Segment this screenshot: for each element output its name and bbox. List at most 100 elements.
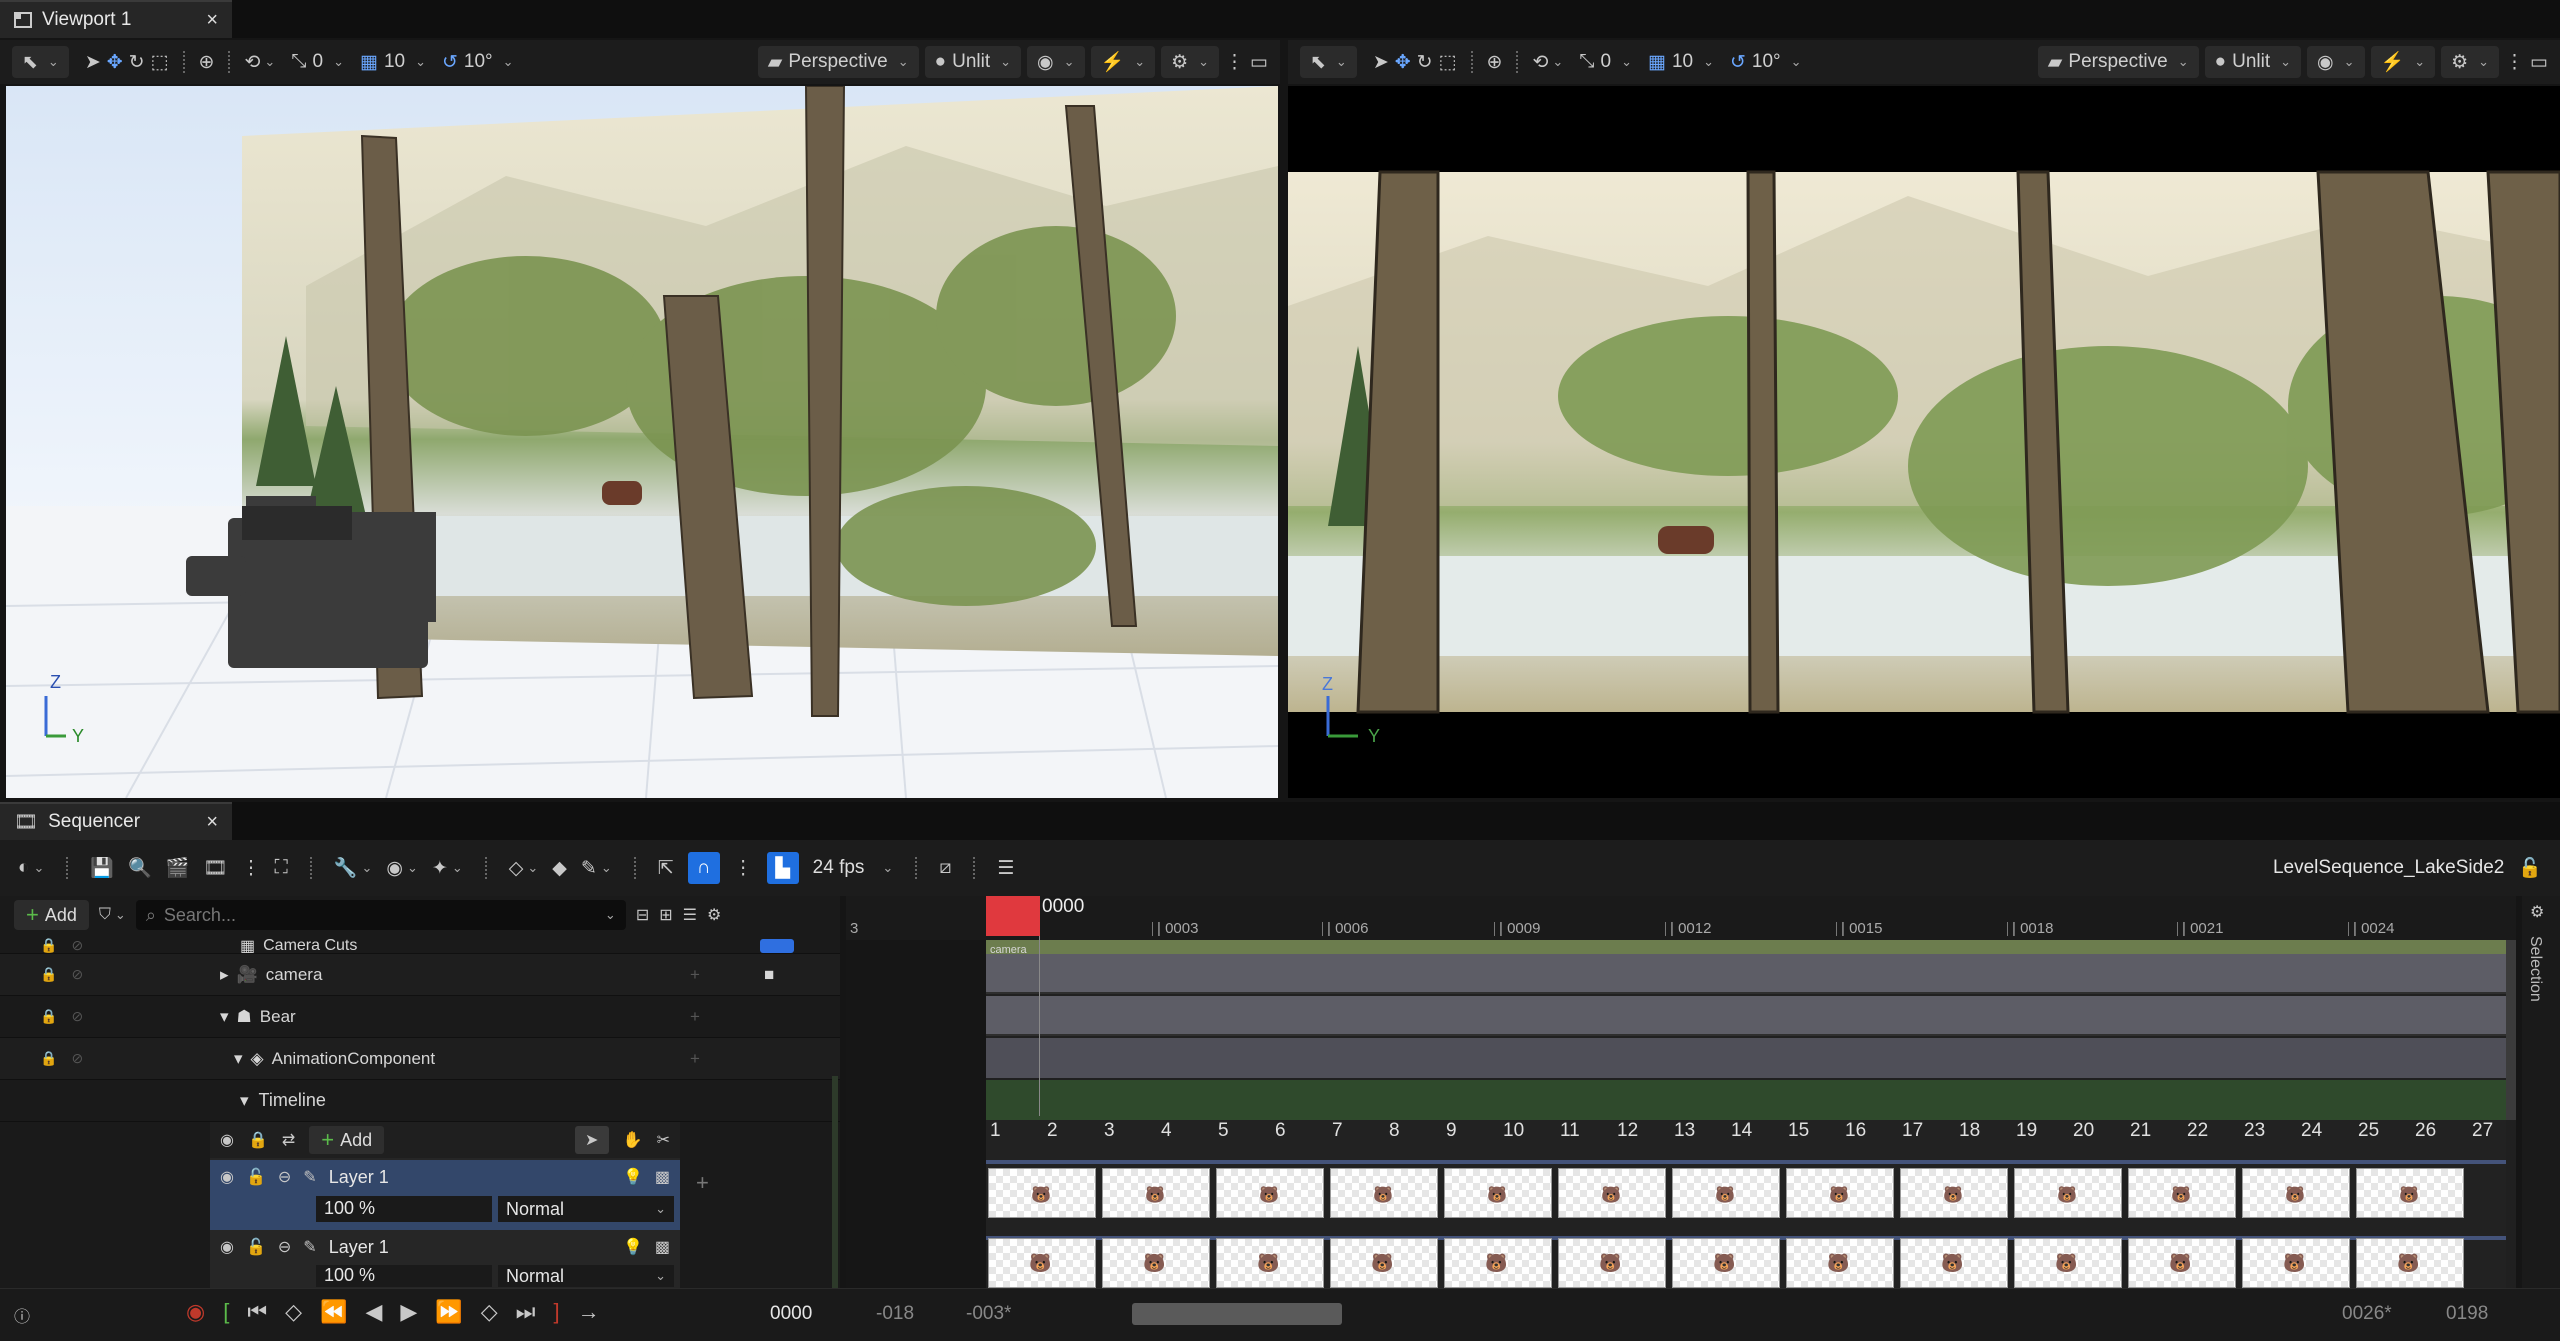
play-start-field[interactable]: -003* [966,1303,1011,1325]
frame-thumbnail[interactable]: 🐻 [2128,1238,2236,1288]
set-end-icon[interactable]: ] [553,1299,559,1325]
lock-icon[interactable]: 🔓 [2518,856,2542,880]
browse-icon[interactable]: 🔍 [128,856,152,880]
rotate-icon[interactable]: ↻ [129,51,145,74]
frame-thumbnail[interactable]: 🐻 [1216,1238,1324,1288]
camera-section[interactable] [986,954,2506,994]
next-key-icon[interactable]: ◇ [481,1299,498,1325]
grid-snap-value[interactable]: 10 [1672,51,1693,73]
expand-icon[interactable]: ⊞ [659,905,672,925]
select-arrow-icon[interactable]: ➤ [1373,51,1389,74]
frame-thumbnail[interactable]: 🐻 [988,1168,1096,1218]
timeline-section[interactable] [986,1080,2506,1120]
rotate-icon[interactable]: ↻ [1417,51,1433,74]
animation-component-section[interactable] [986,1038,2506,1078]
step-back-icon[interactable]: ⏪ [320,1299,347,1325]
selection-side-panel[interactable]: ⚙ Selection [2522,896,2560,1288]
play-end-field[interactable]: 0026* [2342,1303,2392,1325]
layer-name[interactable]: Layer 1 [329,1237,389,1258]
swap-icon[interactable]: ⇄ [282,1130,295,1150]
eye-icon[interactable]: ◉ ⌄ [386,857,418,880]
world-dropdown-icon[interactable]: ◐ ⌄ [18,857,44,879]
clapper-icon[interactable]: 🎞 [203,856,227,880]
left-viewport[interactable]: Z Y [6,86,1278,798]
curve-editor-icon[interactable]: ⧄ [939,857,951,879]
rotate-snap-value[interactable]: 0 [1601,51,1612,73]
frame-thumbnail[interactable]: 🐻 [1558,1238,1666,1288]
grid-snap-icon[interactable]: ▦ [1648,51,1666,74]
hand-tool-icon[interactable]: ✋ [623,1130,643,1150]
save-icon[interactable]: 💾 [90,856,114,880]
list-icon[interactable]: ☰ [683,905,697,925]
scale-icon[interactable]: ⬚ [1439,51,1457,74]
frame-thumbnail[interactable]: 🐻 [1216,1168,1324,1218]
angle-snap-icon[interactable]: ↺ [442,51,458,74]
marquee-icon[interactable]: ⇱ [658,857,674,880]
add-key-icon[interactable]: + [690,1049,700,1069]
play-icon[interactable]: ▶ [400,1299,417,1325]
angle-snap-value[interactable]: 10° [464,51,493,73]
jump-to-start-icon[interactable]: ⏮ [247,1299,267,1325]
selection-panel-label[interactable]: Selection [2526,936,2544,1002]
checker-icon[interactable]: ▩ [655,1237,670,1257]
layer-opacity-field[interactable]: 100 % [316,1265,492,1287]
snap-magnet-icon[interactable]: ∩ [687,852,720,884]
angle-snap-icon[interactable]: ↺ [1730,51,1746,74]
bear-section[interactable] [986,996,2506,1036]
frame-thumbnail[interactable]: 🐻 [1672,1238,1780,1288]
frame-thumbnail[interactable]: 🐻 [1102,1168,1210,1218]
close-icon[interactable]: × [206,811,218,834]
frame-thumbnail[interactable]: 🐻 [2014,1238,2122,1288]
frame-thumbnail[interactable]: 🐻 [1558,1168,1666,1218]
sliders-icon[interactable]: ⚙ [2530,902,2544,922]
eye-icon[interactable]: ◉ [220,1130,234,1150]
frame-thumbnail[interactable]: 🐻 [2356,1238,2464,1288]
translate-icon[interactable]: ✥ [1395,51,1411,74]
more-options-icon[interactable]: ⋮ [734,857,753,880]
light-bulb-icon[interactable]: 💡 [623,1237,643,1257]
frame-thumbnail[interactable]: 🐻 [1786,1238,1894,1288]
unlock-icon[interactable]: 🔓 [246,1167,266,1187]
add-key-icon[interactable]: + [690,965,700,985]
frame-thumbnail[interactable]: 🐻 [988,1238,1096,1288]
add-layer-key-icon[interactable]: + [696,1170,709,1196]
eye-icon[interactable]: ◉ [220,1237,234,1257]
eye-icon[interactable]: ◉ [220,1167,234,1187]
play-reverse-icon[interactable]: ◀ [365,1299,382,1325]
tab-sequencer[interactable]: 🎞 Sequencer × [0,802,232,840]
maximize-icon[interactable]: ▭ [2530,51,2548,74]
settings-dropdown[interactable]: ⚙ ⌄ [2441,46,2500,78]
pen-icon[interactable]: ✎ ⌄ [581,857,612,880]
perspective-dropdown[interactable]: ▰ Perspective ⌄ [2037,46,2199,78]
outliner-icon[interactable]: ☰ [997,857,1014,880]
fps-dropdown[interactable]: 24 fps [813,857,865,879]
auto-key-icon[interactable]: ✦ ⌄ [432,857,463,880]
timeline-scrollbar[interactable] [2506,940,2516,1120]
camera-cuts-section[interactable]: camera [986,940,2506,956]
perspective-dropdown[interactable]: ▰ Perspective ⌄ [757,46,919,78]
maximize-icon[interactable]: ▭ [1250,51,1268,74]
show-flags-dropdown[interactable]: ◉ ⌄ [1027,46,1085,78]
more-options-icon[interactable]: ⋮ [242,857,261,880]
minus-circle-icon[interactable]: ⊖ [278,1167,291,1187]
frame-thumbnail[interactable]: 🐻 [1786,1168,1894,1218]
frame-thumbnail[interactable]: 🐻 [2356,1168,2464,1218]
key-icon[interactable]: ◇ ⌄ [509,857,539,880]
add-layer-button[interactable]: + Add [309,1126,385,1154]
frame-thumbnail[interactable]: 🐻 [1444,1238,1552,1288]
timeline-range-scrollbar[interactable] [1132,1303,1342,1325]
layer-row-selected[interactable]: ◉ 🔓 ⊖ ✎ Layer 1 💡 ▩ 100 % Normal ⌄ [210,1160,680,1230]
film-icon[interactable]: 🎬 [166,856,190,880]
track-animation-component[interactable]: 🔒 ⊘ ▾ ◈ AnimationComponent + [0,1038,840,1080]
current-time-field[interactable]: 0000 [770,1303,812,1325]
actor-icon[interactable]: ⛶ [275,857,288,879]
add-key-icon[interactable]: + [690,1007,700,1027]
checker-icon[interactable]: ▩ [655,1167,670,1187]
realtime-dropdown[interactable]: ⚡ ⌄ [2370,46,2436,78]
grid-snap-icon[interactable]: ▦ [360,51,378,74]
blend-mode-select[interactable]: Normal ⌄ [498,1196,674,1222]
timeline-area[interactable]: camera 0000 [846,896,2516,1288]
rotate-snap-value[interactable]: 0 [313,51,324,73]
settings-dropdown[interactable]: ⚙ ⌄ [1161,46,1220,78]
transform-mode-dropdown[interactable]: ⬉ ⌄ [12,46,69,78]
